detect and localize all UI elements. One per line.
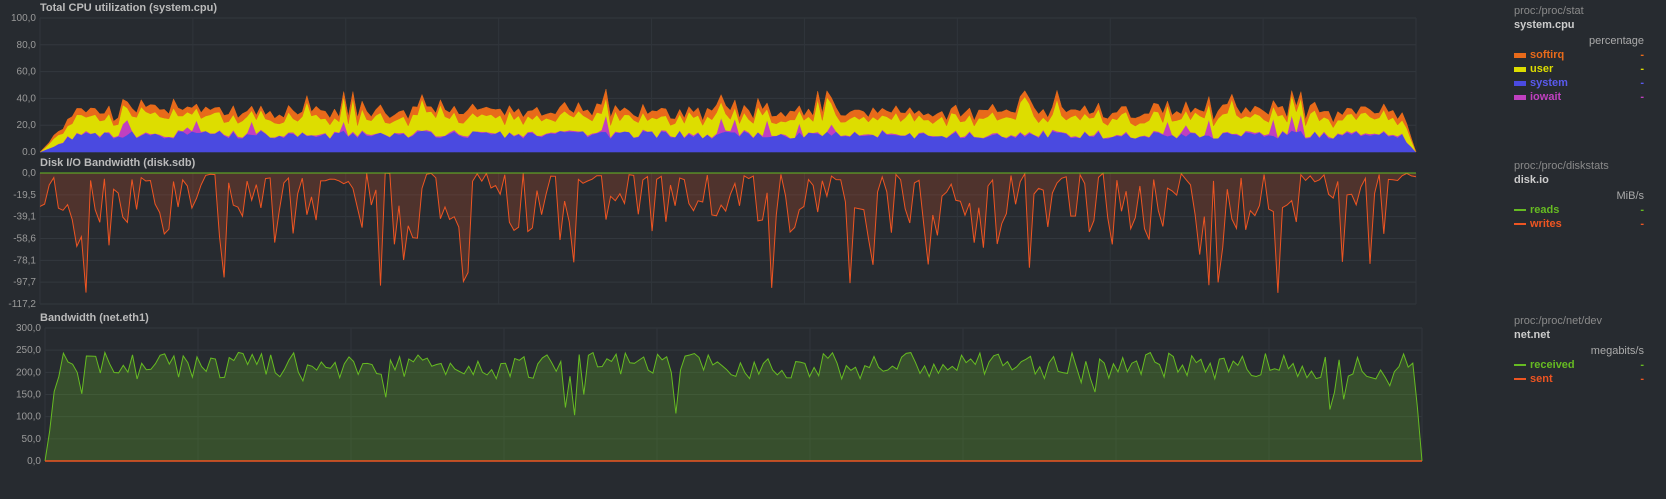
legend-received[interactable]: received - (1514, 358, 1644, 372)
disk-panel: 0,0 -19,5 -39,1 -58,6 -78,1 -97,7 -117,2 Disk … (0, 155, 1666, 310)
disk-units: MiB/s (1616, 190, 1645, 202)
legend-swatch (1514, 209, 1526, 212)
legend-swatch (1514, 378, 1526, 381)
legend-label: reads (1530, 204, 1560, 216)
legend-swatch (1514, 223, 1526, 226)
y-tick-label: 100,0 (16, 412, 41, 423)
legend-user[interactable]: user - (1514, 62, 1644, 76)
y-tick-label: -39,1 (13, 212, 36, 223)
net-chart-title: Bandwidth (net.eth1) (40, 312, 149, 324)
legend-iowait[interactable]: iowait - (1514, 90, 1644, 104)
net-chart[interactable]: 300,0 250,0 200,0 150,0 100,0 50,0 0,0 (0, 310, 1510, 499)
legend-swatch (1514, 94, 1526, 100)
legend-swatch (1514, 364, 1526, 367)
legend-label: writes (1530, 218, 1562, 230)
y-tick-label: 150,0 (16, 390, 41, 401)
disk-context: disk.io (1514, 174, 1549, 186)
y-tick-label: 0,0 (27, 456, 41, 467)
disk-chart[interactable]: 0,0 -19,5 -39,1 -58,6 -78,1 -97,7 -117,2 (0, 155, 1510, 310)
net-panel: 300,0 250,0 200,0 150,0 100,0 50,0 0,0 Bandwid… (0, 310, 1666, 499)
series-received-area (45, 352, 1422, 461)
y-tick-label: 0,0 (22, 147, 36, 155)
legend-value: - (1640, 91, 1644, 103)
y-tick-label: 300,0 (16, 323, 41, 334)
legend-value: - (1640, 204, 1644, 216)
cpu-legend: proc:/proc/stat system.cpu percentage so… (1514, 4, 1644, 104)
cpu-context: system.cpu (1514, 19, 1575, 31)
y-tick-label: 0,0 (22, 168, 36, 179)
legend-writes[interactable]: writes - (1514, 217, 1644, 231)
cpu-chart[interactable]: 100,0 80,0 60,0 40,0 20,0 0,0 (0, 0, 1510, 155)
y-tick-label: 50,0 (22, 434, 42, 445)
disk-source: proc:/proc/diskstats (1514, 160, 1609, 172)
net-context: net.net (1514, 329, 1551, 341)
legend-reads[interactable]: reads - (1514, 203, 1644, 217)
y-tick-label: -58,6 (13, 234, 36, 245)
legend-sent[interactable]: sent - (1514, 372, 1644, 386)
y-tick-label: 100,0 (11, 13, 36, 24)
y-tick-label: 80,0 (17, 40, 37, 51)
legend-label: received (1530, 359, 1575, 371)
y-tick-label: -97,7 (13, 277, 36, 288)
y-tick-label: -117,2 (8, 299, 36, 310)
y-tick-label: 60,0 (17, 67, 37, 78)
cpu-units: percentage (1588, 35, 1644, 47)
y-tick-label: 200,0 (16, 367, 41, 378)
legend-value: - (1640, 218, 1644, 230)
y-tick-label: -19,5 (13, 190, 36, 201)
net-units: megabits/s (1590, 345, 1644, 357)
y-tick-label: 40,0 (17, 93, 37, 104)
legend-swatch (1514, 66, 1526, 72)
cpu-chart-title: Total CPU utilization (system.cpu) (40, 2, 218, 14)
net-source: proc:/proc/net/dev (1514, 315, 1603, 327)
legend-value: - (1640, 373, 1644, 385)
legend-value: - (1640, 359, 1644, 371)
legend-swatch (1514, 52, 1526, 58)
legend-swatch (1514, 80, 1526, 86)
y-tick-label: 20,0 (17, 120, 37, 131)
legend-label: system (1530, 77, 1568, 89)
disk-chart-title: Disk I/O Bandwidth (disk.sdb) (40, 157, 196, 169)
legend-label: sent (1530, 373, 1553, 385)
legend-softirq[interactable]: softirq - (1514, 48, 1644, 62)
cpu-source: proc:/proc/stat (1514, 5, 1584, 17)
legend-label: softirq (1530, 49, 1565, 61)
legend-label: iowait (1530, 91, 1562, 103)
legend-value: - (1640, 63, 1644, 75)
legend-system[interactable]: system - (1514, 76, 1644, 90)
legend-value: - (1640, 49, 1644, 61)
y-tick-label: 250,0 (16, 345, 41, 356)
y-tick-label: -78,1 (13, 255, 36, 266)
legend-value: - (1640, 77, 1644, 89)
net-legend: proc:/proc/net/dev net.net megabits/s re… (1514, 314, 1644, 386)
disk-legend: proc:/proc/diskstats disk.io MiB/s reads… (1514, 159, 1644, 231)
cpu-panel: 100,0 80,0 60,0 40,0 20,0 0,0 Total CPU utili… (0, 0, 1666, 155)
legend-label: user (1530, 63, 1554, 75)
